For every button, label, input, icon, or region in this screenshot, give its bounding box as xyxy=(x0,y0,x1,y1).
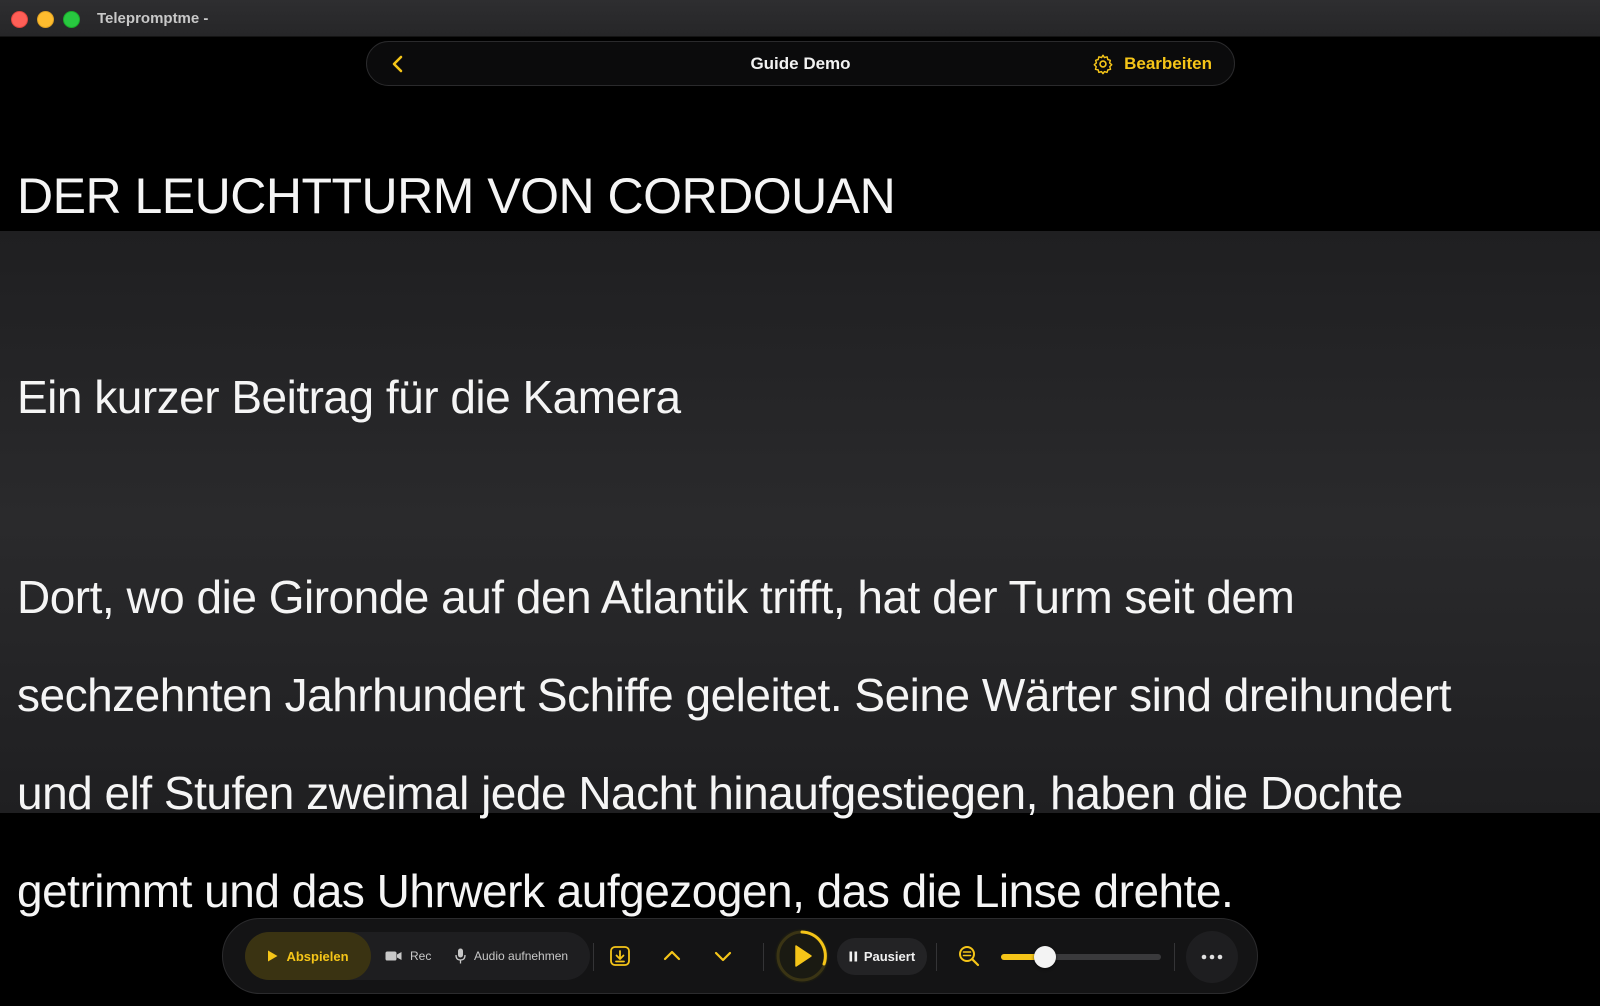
edit-button[interactable]: Bearbeiten xyxy=(1092,51,1212,77)
reading-focus-band xyxy=(0,231,1600,813)
import-button[interactable] xyxy=(605,941,635,971)
play-button-label: Abspielen xyxy=(286,948,349,964)
playback-control-bar: Abspielen Rec Audio aufnehmen Pausiert xyxy=(222,918,1258,994)
script-line: Dort, wo die Gironde auf den Atlantik tr… xyxy=(17,571,1295,623)
script-heading: DER LEUCHTTURM VON CORDOUAN xyxy=(17,168,896,224)
chevron-up-icon xyxy=(663,950,681,961)
top-nav-bar: Guide Demo Bearbeiten xyxy=(366,41,1235,86)
play-icon xyxy=(268,950,278,962)
script-line: sechzehnten Jahrhundert Schiffe geleitet… xyxy=(17,669,1451,721)
divider xyxy=(1174,943,1175,971)
start-scroll-button[interactable] xyxy=(775,929,829,983)
record-audio-button[interactable]: Audio aufnehmen xyxy=(455,932,568,980)
play-button[interactable]: Abspielen xyxy=(245,932,371,980)
chevron-down-icon xyxy=(714,951,732,962)
divider xyxy=(593,943,594,971)
edit-button-label: Bearbeiten xyxy=(1124,54,1212,73)
script-line: und elf Stufen zweimal jede Nacht hinauf… xyxy=(17,767,1403,819)
zoom-slider[interactable] xyxy=(1001,946,1161,968)
record-video-button[interactable]: Rec xyxy=(385,932,431,980)
record-audio-label: Audio aufnehmen xyxy=(474,949,569,963)
playback-status-label: Pausiert xyxy=(863,949,916,964)
divider xyxy=(763,943,764,971)
play-icon xyxy=(776,930,828,982)
window-title: Telepromptme - xyxy=(97,10,209,27)
playback-status-badge[interactable]: Pausiert xyxy=(837,938,927,975)
pause-icon xyxy=(849,951,857,962)
script-line: getrimmt und das Uhrwerk aufgezogen, das… xyxy=(17,865,1234,917)
app-window: Telepromptme - Guide Demo Bearbeiten DER… xyxy=(0,0,1600,1006)
zoom-out-button[interactable] xyxy=(954,941,984,971)
zoom-out-icon xyxy=(959,946,980,967)
record-video-label: Rec xyxy=(410,949,432,963)
title-bar: Telepromptme - xyxy=(0,0,1600,37)
zoom-slider-knob[interactable] xyxy=(1034,946,1057,968)
import-icon xyxy=(610,946,630,966)
microphone-icon xyxy=(455,948,466,964)
more-options-button[interactable] xyxy=(1186,931,1238,983)
maximize-window-button[interactable] xyxy=(63,11,80,28)
minimize-window-button[interactable] xyxy=(37,11,54,28)
scroll-up-button[interactable] xyxy=(657,941,687,971)
more-icon xyxy=(1201,954,1223,960)
script-subheading: Ein kurzer Beitrag für die Kamera xyxy=(17,371,681,423)
divider xyxy=(936,943,937,971)
scroll-down-button[interactable] xyxy=(708,941,738,971)
video-camera-icon xyxy=(385,951,402,961)
gear-icon xyxy=(1093,54,1113,75)
close-window-button[interactable] xyxy=(11,11,28,28)
